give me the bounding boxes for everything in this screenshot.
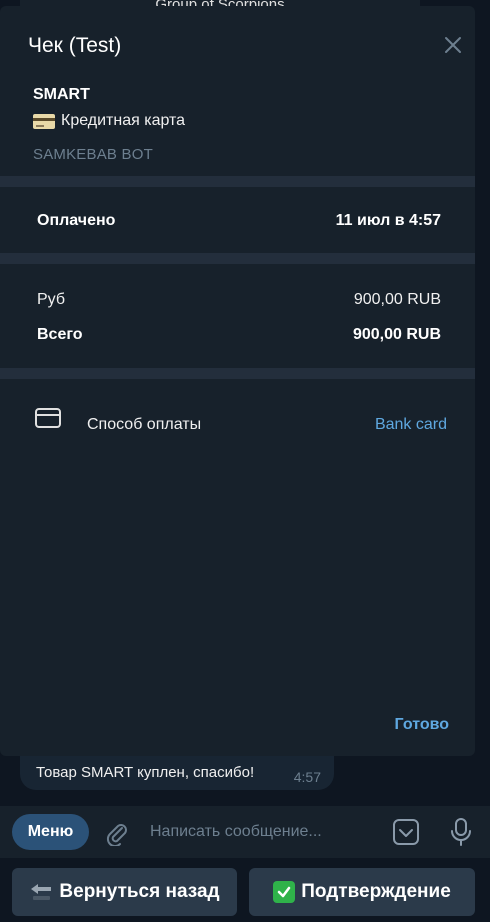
total-value: 900,00 RUB — [352, 326, 441, 343]
card-icon — [35, 408, 61, 428]
modal-title: Чек (Test) — [28, 34, 122, 57]
product-name: SMART — [33, 86, 90, 103]
reply-keyboard: Вернуться назад Подтверждение — [0, 858, 490, 922]
credit-card-icon — [33, 113, 55, 129]
payment-method-label: Способ оплаты — [87, 416, 202, 433]
message-input-bar: Меню — [0, 806, 490, 858]
receipt-modal: Чек (Test) SMART Кредитная карта SAMKEBA… — [0, 6, 475, 756]
message-input[interactable] — [150, 818, 378, 846]
product-description: Кредитная карта — [33, 112, 185, 130]
close-icon[interactable] — [440, 32, 466, 58]
total-label: Всего — [37, 326, 83, 343]
keyboard-toggle-icon[interactable] — [392, 818, 420, 846]
section-divider — [0, 253, 475, 264]
price-value-rub: 900,00 RUB — [353, 291, 441, 308]
message-bubble: Товар SMART куплен, спасибо! 4:57 — [20, 756, 334, 790]
microphone-icon[interactable] — [449, 817, 473, 847]
price-label-rub: Руб — [37, 291, 66, 308]
bot-name: SAMKEBAB BOT — [33, 146, 153, 163]
message-time: 4:57 — [293, 769, 321, 785]
done-button[interactable]: Готово — [395, 716, 449, 734]
paperclip-icon[interactable] — [104, 820, 130, 846]
menu-button[interactable]: Меню — [12, 814, 89, 850]
product-description-text: Кредитная карта — [61, 112, 186, 129]
confirm-button-label: Подтверждение — [301, 881, 451, 902]
section-divider — [0, 176, 475, 187]
paid-label: Оплачено — [37, 212, 116, 229]
check-mark-icon — [273, 881, 296, 903]
section-divider — [0, 368, 475, 379]
payment-method-value[interactable]: Bank card — [375, 416, 447, 434]
paid-date: 11 июл в 4:57 — [335, 212, 441, 229]
confirm-button[interactable]: Подтверждение — [249, 868, 475, 916]
back-arrow-icon — [31, 884, 52, 900]
back-button[interactable]: Вернуться назад — [12, 868, 237, 916]
back-button-label: Вернуться назад — [59, 881, 220, 902]
message-text: Товар SMART куплен, спасибо! — [36, 764, 255, 781]
